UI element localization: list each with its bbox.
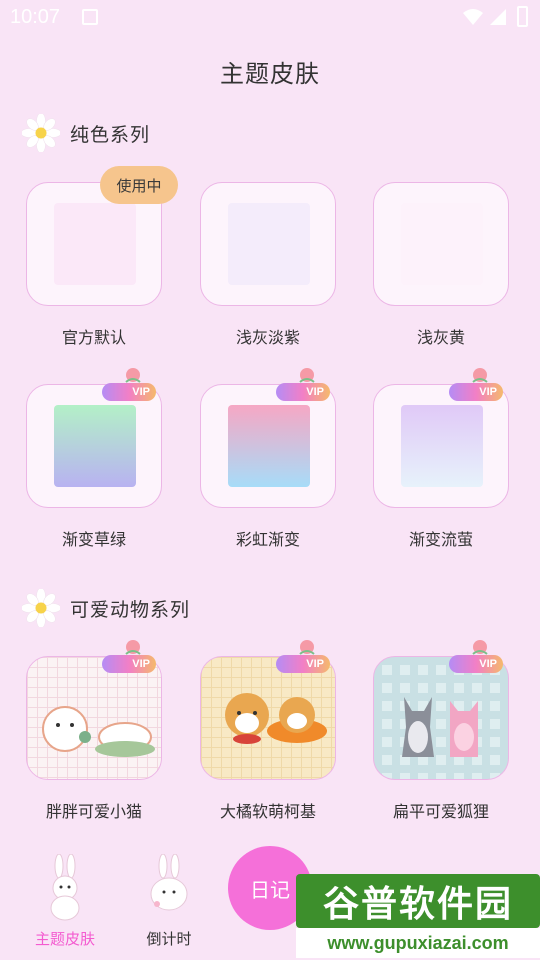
vip-badge: VIP (276, 368, 334, 410)
theme-name: 扁平可爱狐狸 (392, 802, 489, 821)
vip-badge: VIP (102, 640, 160, 682)
nav-label: 倒计时 (146, 930, 192, 948)
gradient-swatch (228, 405, 310, 487)
section-title: 可爱动物系列 (70, 598, 191, 621)
theme-tile-light-yellow[interactable]: 浅灰黄 (373, 182, 509, 347)
daisy-icon (22, 589, 60, 627)
page-title: 主题皮肤 (220, 60, 320, 88)
theme-tile-gradient-green[interactable]: VIP 渐变草绿 (26, 368, 162, 549)
in-use-badge: 使用中 (100, 166, 178, 204)
bunny-icon (50, 854, 80, 921)
theme-name: 大橘软萌柯基 (219, 802, 316, 821)
gradient-swatch (54, 405, 136, 487)
watermark-url: www.gupuxiazai.com (296, 928, 540, 958)
theme-tile-firefly[interactable]: VIP 渐变流萤 (373, 368, 509, 549)
status-bar: 10:07 (0, 0, 540, 36)
theme-card[interactable] (373, 182, 509, 306)
color-swatch (401, 203, 483, 285)
theme-tile-default[interactable]: 使用中 官方默认 (26, 166, 178, 347)
section-title: 纯色系列 (70, 123, 151, 146)
nav-tab-countdown[interactable]: 倒计时 (124, 852, 214, 960)
theme-tile-cats[interactable]: VIP 胖胖可爱小猫 (26, 640, 162, 821)
theme-tile-light-purple[interactable]: 浅灰淡紫 (200, 182, 336, 347)
theme-name: 胖胖可爱小猫 (45, 802, 142, 821)
theme-name: 浅灰淡紫 (235, 328, 300, 347)
theme-name: 浅灰黄 (416, 328, 465, 347)
gradient-swatch (401, 405, 483, 487)
vip-label: VIP (479, 386, 497, 398)
watermark-title: 谷普软件园 (296, 874, 540, 928)
vip-badge: VIP (276, 640, 334, 682)
theme-tile-rainbow[interactable]: VIP 彩虹渐变 (200, 368, 336, 549)
vip-label: VIP (306, 658, 324, 670)
vip-badge: VIP (449, 368, 507, 410)
vip-badge: VIP (449, 640, 507, 682)
bunny-icon (150, 854, 188, 911)
theme-name: 渐变草绿 (61, 530, 126, 549)
nav-tab-theme[interactable]: 主题皮肤 (20, 852, 110, 960)
nav-label: 主题皮肤 (34, 930, 95, 948)
battery-icon (517, 6, 528, 27)
theme-tile-shiba[interactable]: VIP 大橘软萌柯基 (200, 640, 336, 821)
vip-label: VIP (479, 658, 497, 670)
notification-icon (82, 9, 98, 25)
daisy-icon (22, 114, 60, 152)
theme-card[interactable] (200, 182, 336, 306)
signal-icon (490, 9, 506, 25)
theme-tile-fox[interactable]: VIP 扁平可爱狐狸 (373, 640, 509, 821)
theme-name: 渐变流萤 (408, 530, 473, 549)
section-header-solid: 纯色系列 (22, 113, 150, 153)
vip-badge: VIP (102, 368, 160, 410)
vip-label: VIP (132, 658, 150, 670)
wifi-icon (463, 9, 483, 25)
vip-label: VIP (132, 386, 150, 398)
theme-name: 官方默认 (61, 328, 126, 347)
section-header-animals: 可爱动物系列 (22, 588, 190, 628)
color-swatch (228, 203, 310, 285)
status-time: 10:07 (10, 6, 61, 28)
vip-label: VIP (306, 386, 324, 398)
theme-name: 彩虹渐变 (235, 530, 300, 549)
watermark: 谷普软件园 www.gupuxiazai.com (296, 874, 540, 960)
color-swatch (54, 203, 136, 285)
